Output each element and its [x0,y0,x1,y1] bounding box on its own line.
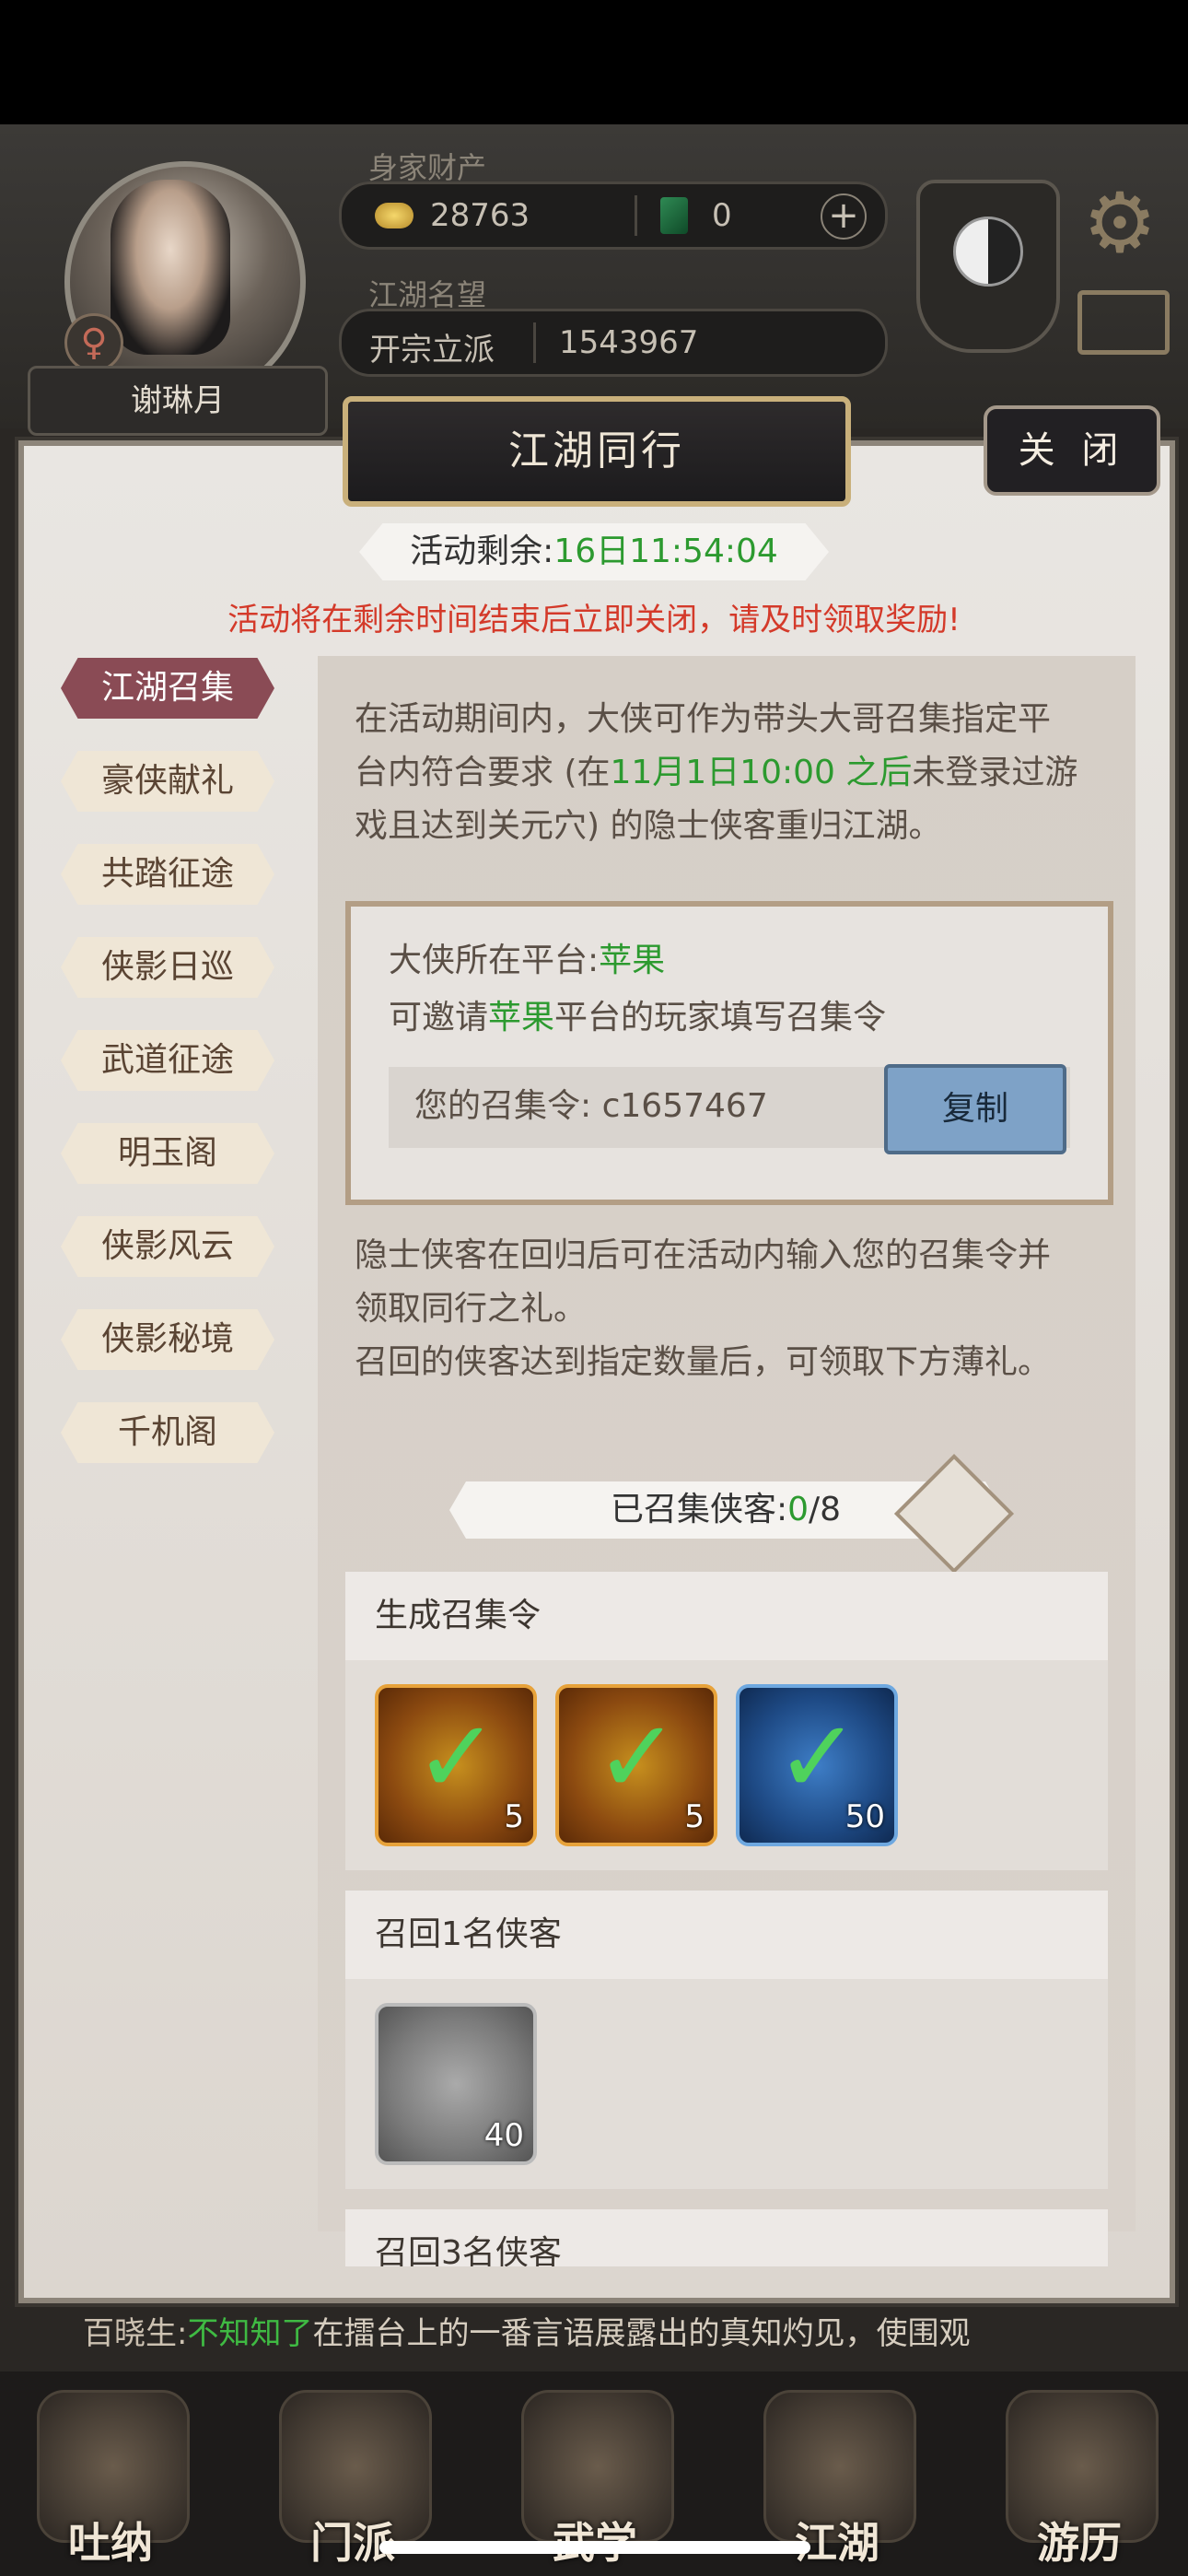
mail-icon[interactable] [1077,290,1170,355]
nav-item-breathing[interactable]: 吐纳 [18,2381,203,2568]
gold-value: 28763 [430,197,530,234]
home-indicator[interactable] [379,2541,810,2554]
check-icon: ✓ [413,1698,500,1816]
nav-item-travel[interactable]: 游历 [987,2381,1171,2568]
note-text: 隐士侠客在回归后可在活动内输入您的召集令并 领取同行之礼。 召回的侠客达到指定数… [355,1236,1052,1381]
female-gender-icon: ♀ [64,313,123,372]
intro-text: 在活动期间内，大侠可作为带头大哥召集指定平 台内符合要求 (在11月1日10:0… [355,700,1078,845]
yin-yang-icon [953,217,1023,287]
gold-ingot-icon [375,203,413,228]
sidebar-item-secret-realm[interactable]: 侠影秘境 [61,1309,274,1370]
modal-title: 江湖同行 [343,396,851,507]
reward-item[interactable]: ✓ 5 [375,1684,537,1846]
reward-item[interactable]: ✓ 50 [736,1684,898,1846]
gear-icon[interactable]: ⚙ [1076,180,1164,268]
jade-icon [660,197,688,234]
avatar-portrait [111,180,230,355]
assets-bar: 28763 0 + [339,181,888,250]
nav-item-jianghu[interactable]: 江湖 [745,2381,929,2568]
check-icon: ✓ [775,1698,861,1816]
timer-value: 16日11:54:04 [553,533,778,570]
news-ticker: 百晓生:不知知了在擂台上的一番言语展露出的真知灼见，使围观 [83,2315,971,2352]
player-name: 谢琳月 [28,366,328,436]
close-button[interactable]: 关 闭 [984,405,1160,496]
sidebar-item-journey[interactable]: 共踏征途 [61,844,274,905]
add-currency-button[interactable]: + [821,193,867,240]
jade-value: 0 [712,197,732,234]
nav-item-sect[interactable]: 门派 [261,2381,445,2568]
status-bar [0,0,1188,124]
timer-label: 活动剩余: [410,533,554,570]
rank-title: 开宗立派 [369,332,495,369]
reward-header: 生成召集令 [345,1572,1108,1660]
item-quantity: 40 [483,2117,524,2154]
divider [533,322,536,363]
nav-label: 游历 [1037,2518,1122,2568]
activity-timer: 活动剩余:16日11:54:04 [359,523,829,580]
reward-item[interactable]: ✓ 5 [555,1684,717,1846]
recruit-code: 您的召集令: c1657467 [414,1087,768,1125]
copy-button[interactable]: 复制 [884,1064,1066,1154]
sidebar-item-shadow-wind[interactable]: 侠影风云 [61,1216,274,1277]
item-quantity: 5 [504,1798,524,1835]
reward-item[interactable]: 40 [375,2003,537,2165]
sidebar-item-recruit[interactable]: 江湖召集 [61,658,274,719]
sidebar-item-gift[interactable]: 豪侠献礼 [61,751,274,812]
divider [635,195,637,236]
invite-line: 可邀请苹果平台的玩家填写召集令 [389,999,887,1036]
sidebar-item-jade-pavilion[interactable]: 明玉阁 [61,1123,274,1184]
sidebar-item-martial-path[interactable]: 武道征途 [61,1030,274,1091]
top-hud: ♀ 谢琳月 身家财产 28763 0 + 江湖名望 开宗立派 1543967 ⚙ [0,124,1188,436]
reward-header: 召回3名侠客 [345,2209,1108,2266]
nav-label: 门派 [310,2518,395,2568]
warning-text: 活动将在剩余时间结束后立即关闭，请及时领取奖励! [227,602,961,638]
sidebar-item-daily-patrol[interactable]: 侠影日巡 [61,937,274,998]
nav-label: 江湖 [795,2518,879,2568]
fame-value: 1543967 [559,324,699,361]
fame-bar: 开宗立派 1543967 [339,309,888,377]
nav-label: 吐纳 [68,2518,153,2568]
reward-header: 召回1名侠客 [345,1891,1108,1979]
item-quantity: 50 [844,1798,885,1835]
item-quantity: 5 [684,1798,705,1835]
nav-item-martial-arts[interactable]: 武学 [503,2381,687,2568]
platform-line: 大侠所在平台:苹果 [389,942,666,979]
check-icon: ✓ [594,1698,681,1816]
reward-body: 40 [345,1979,1108,2189]
sidebar-item-machine-pavilion[interactable]: 千机阁 [61,1402,274,1463]
nav-label: 武学 [503,2510,687,2570]
reward-body: ✓ 5 ✓ 5 ✓ 50 [345,1660,1108,1870]
